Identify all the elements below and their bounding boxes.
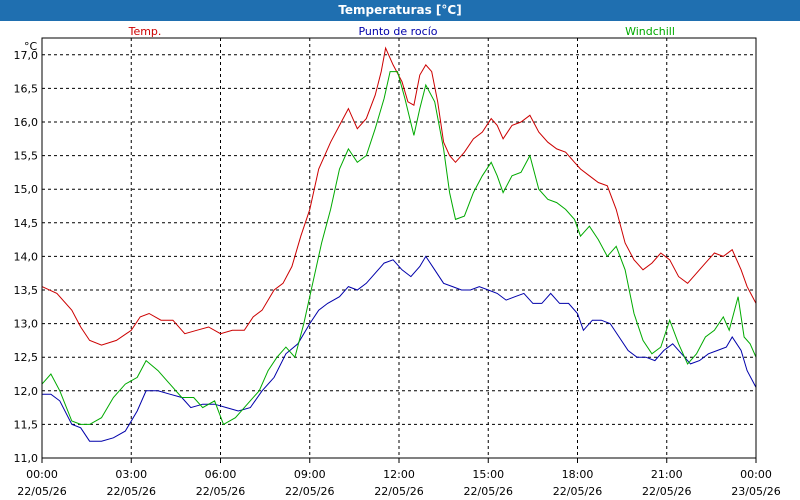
- y-tick-label: 12,5: [14, 351, 39, 364]
- y-tick-label: 15,0: [14, 183, 39, 196]
- y-tick-label: 16,5: [14, 82, 39, 95]
- x-tick-date: 22/05/26: [285, 485, 334, 498]
- x-tick-time: 21:00: [651, 468, 683, 481]
- legend: Temp. Punto de rocío Windchill: [128, 25, 675, 38]
- x-tick-date: 22/05/26: [464, 485, 513, 498]
- y-tick-label: 11,0: [14, 452, 39, 465]
- y-tick-label: 13,0: [14, 318, 39, 331]
- y-tick-label: 12,0: [14, 385, 39, 398]
- y-tick-label: 16,0: [14, 116, 39, 129]
- legend-entry: Windchill: [625, 25, 675, 38]
- y-axis-unit: °C: [24, 40, 38, 53]
- x-tick-date: 22/05/26: [374, 485, 423, 498]
- y-tick-label: 15,5: [14, 150, 39, 163]
- x-tick-time: 15:00: [472, 468, 504, 481]
- legend-entry: Punto de rocío: [358, 25, 437, 38]
- y-tick-label: 11,5: [14, 418, 39, 431]
- x-axis-labels: 00:00 22/05/26 03:00 22/05/26 06:00 22/05/26 0…: [17, 468, 780, 498]
- x-tick-time: 00:00: [740, 468, 772, 481]
- y-axis-labels: 17,016,516,015,515,014,514,013,513,012,5…: [14, 49, 39, 465]
- x-tick-time: 06:00: [205, 468, 237, 481]
- x-tick-time: 03:00: [115, 468, 147, 481]
- x-tick-time: 00:00: [26, 468, 58, 481]
- temperature-chart: 17,016,516,015,515,014,514,013,513,012,5…: [14, 25, 781, 498]
- grid: [41, 38, 757, 463]
- x-tick-time: 12:00: [383, 468, 415, 481]
- x-tick-date: 22/05/26: [642, 485, 691, 498]
- x-tick-date: 22/05/26: [17, 485, 66, 498]
- x-tick-time: 09:00: [294, 468, 326, 481]
- x-tick-date: 22/05/26: [553, 485, 602, 498]
- y-tick-label: 13,5: [14, 284, 39, 297]
- x-tick-date: 23/05/26: [731, 485, 780, 498]
- y-tick-label: 14,0: [14, 250, 39, 263]
- x-tick-time: 18:00: [562, 468, 594, 481]
- y-tick-label: 14,5: [14, 217, 39, 230]
- legend-entry: Temp.: [128, 25, 162, 38]
- x-tick-date: 22/05/26: [196, 485, 245, 498]
- x-tick-date: 22/05/26: [107, 485, 156, 498]
- window-title: Temperaturas [°C]: [0, 0, 800, 21]
